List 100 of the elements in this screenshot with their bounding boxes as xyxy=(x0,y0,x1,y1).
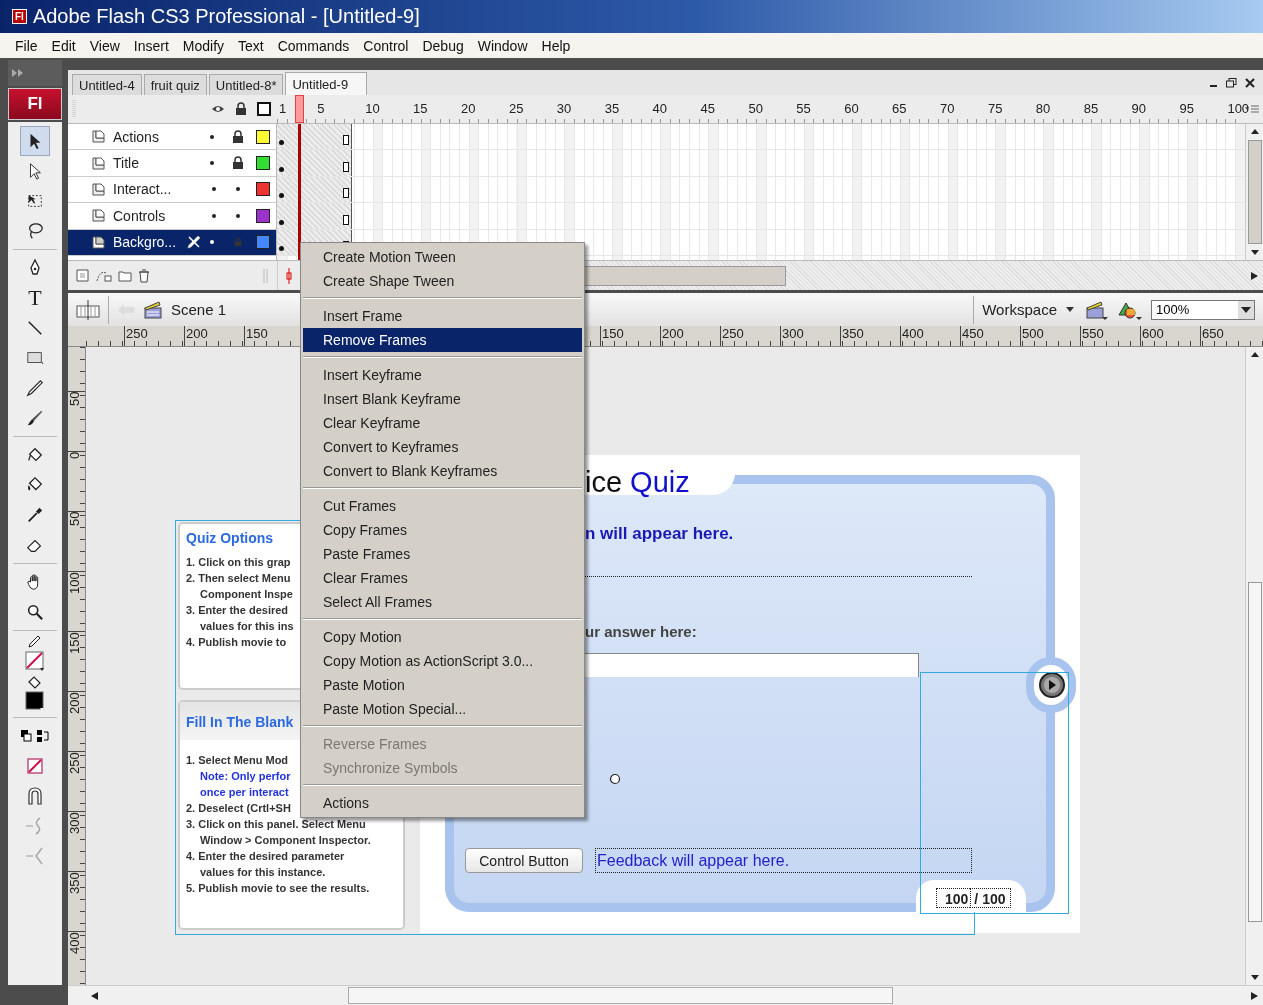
menu-item[interactable]: Actions xyxy=(303,791,582,815)
outline-swatch[interactable] xyxy=(256,235,270,250)
menu-item[interactable]: Remove Frames xyxy=(303,328,582,352)
menu-item[interactable]: Convert to Blank Keyframes xyxy=(303,459,582,483)
menu-item[interactable]: File xyxy=(8,37,45,54)
menu-item[interactable]: Clear Frames xyxy=(303,566,582,590)
scroll-right-icon[interactable] xyxy=(1251,991,1258,1000)
frame-span[interactable] xyxy=(277,203,352,229)
document-tab[interactable]: Untitled-9 xyxy=(285,72,368,95)
caret-icon[interactable] xyxy=(1065,305,1077,314)
menu-item[interactable]: Control xyxy=(356,37,416,54)
visible-dot[interactable] xyxy=(210,161,214,166)
scrollbar[interactable] xyxy=(1245,347,1263,985)
menu-item[interactable]: Insert Blank Keyframe xyxy=(303,387,582,411)
menu-item[interactable]: Cut Frames xyxy=(303,494,582,518)
layer-row[interactable]: Interact... xyxy=(68,176,276,204)
frame-number: 35 xyxy=(603,101,620,116)
scroll-down-icon[interactable] xyxy=(1250,975,1259,980)
outline-swatch[interactable] xyxy=(256,156,270,171)
trash-icon[interactable] xyxy=(138,268,150,283)
layer-row[interactable]: Backgro... xyxy=(68,229,276,256)
frame-span[interactable] xyxy=(277,124,352,150)
document-tab[interactable]: Untitled-8* xyxy=(208,74,284,95)
scroll-up-icon[interactable] xyxy=(1250,129,1259,134)
outline-swatch[interactable] xyxy=(256,208,270,223)
tool-button[interactable]: T xyxy=(13,283,57,313)
motion-guide-icon[interactable] xyxy=(96,269,112,282)
new-layer-icon[interactable] xyxy=(76,269,90,282)
answer-field[interactable] xyxy=(585,653,919,677)
scroll-up-icon[interactable] xyxy=(1250,352,1259,357)
layer-row[interactable]: Controls xyxy=(68,203,276,230)
edit-scene-icon[interactable] xyxy=(1085,298,1109,321)
lock-icon[interactable] xyxy=(232,129,244,144)
menu-item[interactable]: Create Shape Tween xyxy=(303,269,582,293)
outline-swatch[interactable] xyxy=(256,129,270,144)
menu-item[interactable]: Paste Frames xyxy=(303,542,582,566)
frame-number: 60 xyxy=(843,101,859,116)
menu-item[interactable]: Convert to Keyframes xyxy=(303,435,582,459)
rectangle-icon xyxy=(25,349,45,367)
menu-item[interactable]: Copy Frames xyxy=(303,518,582,542)
workspace-menu[interactable]: Workspace xyxy=(982,301,1057,318)
document-tab[interactable]: fruit quiz xyxy=(143,74,207,95)
center-frame-icon[interactable] xyxy=(284,267,294,284)
folder-icon[interactable] xyxy=(118,269,132,282)
menu-item[interactable]: Window xyxy=(470,37,535,54)
menu-item[interactable]: Edit xyxy=(44,37,83,54)
menu-item[interactable]: Modify xyxy=(175,37,232,54)
menu-item[interactable]: Help xyxy=(534,37,578,54)
frame-span[interactable] xyxy=(277,150,352,176)
visible-dot[interactable] xyxy=(210,240,214,245)
scroll-down-icon[interactable] xyxy=(1250,250,1259,255)
layer-row[interactable]: Actions xyxy=(68,124,276,151)
unlocked-dot[interactable] xyxy=(236,187,240,192)
swap-colors-icon xyxy=(20,728,50,744)
menu-item[interactable]: Insert xyxy=(126,37,176,54)
scene-name[interactable]: Scene 1 xyxy=(171,301,227,318)
grip-icon[interactable] xyxy=(263,268,269,283)
menu-item[interactable]: Clear Keyframe xyxy=(303,411,582,435)
menu-item[interactable]: Select All Frames xyxy=(303,590,582,614)
ink-bottle-icon xyxy=(26,446,44,464)
menu-item[interactable]: Paste Motion xyxy=(303,673,582,697)
document-tab[interactable]: Untitled-4 xyxy=(72,74,142,95)
lock-icon[interactable] xyxy=(232,156,244,171)
eye-icon[interactable] xyxy=(211,104,225,114)
scrollbar[interactable] xyxy=(68,985,1263,1005)
restore-icon[interactable] xyxy=(1226,77,1237,88)
layer-name: Interact... xyxy=(113,181,173,198)
frame-number: 45 xyxy=(699,101,715,116)
lock-icon[interactable] xyxy=(235,102,247,116)
tool-button[interactable] xyxy=(20,126,50,156)
menu-item[interactable]: Paste Motion Special... xyxy=(303,697,582,721)
frame-number: 90 xyxy=(1130,101,1147,116)
menu-item[interactable]: Insert Frame xyxy=(303,304,582,328)
visible-dot[interactable] xyxy=(210,134,214,139)
visible-dot[interactable] xyxy=(212,187,216,192)
outline-icon[interactable] xyxy=(257,102,271,116)
unlocked-dot[interactable] xyxy=(236,213,240,218)
menu-item[interactable]: Create Motion Tween xyxy=(303,245,582,269)
instruction-text: 1. Select Menu Mod xyxy=(186,753,289,768)
instruction-text: values for this ins xyxy=(199,619,294,634)
menu-item[interactable]: Debug xyxy=(415,37,471,54)
outline-swatch[interactable] xyxy=(256,182,270,197)
caret-icon[interactable] xyxy=(1241,306,1251,313)
close-icon[interactable] xyxy=(1245,77,1255,88)
menu-item[interactable]: Copy Motion as ActionScript 3.0... xyxy=(303,649,582,673)
scrollbar[interactable] xyxy=(1245,124,1263,260)
scroll-left-icon[interactable] xyxy=(91,991,98,1000)
menu-item[interactable]: Text xyxy=(231,37,271,54)
control-button[interactable]: Control Button xyxy=(465,848,583,873)
menu-item[interactable]: Copy Motion xyxy=(303,625,582,649)
layer-icon xyxy=(92,130,106,144)
layer-row[interactable]: Title xyxy=(68,150,276,177)
menu-item[interactable]: Commands xyxy=(270,37,357,54)
expand-icon[interactable] xyxy=(12,69,24,77)
menu-item[interactable]: View xyxy=(82,37,127,54)
scroll-right-icon[interactable] xyxy=(1251,271,1258,280)
menu-item[interactable]: Insert Keyframe xyxy=(303,363,582,387)
timeline-toggle-icon[interactable] xyxy=(76,299,100,320)
zoom-field[interactable]: 100% xyxy=(1151,299,1255,320)
visible-dot[interactable] xyxy=(212,213,216,218)
